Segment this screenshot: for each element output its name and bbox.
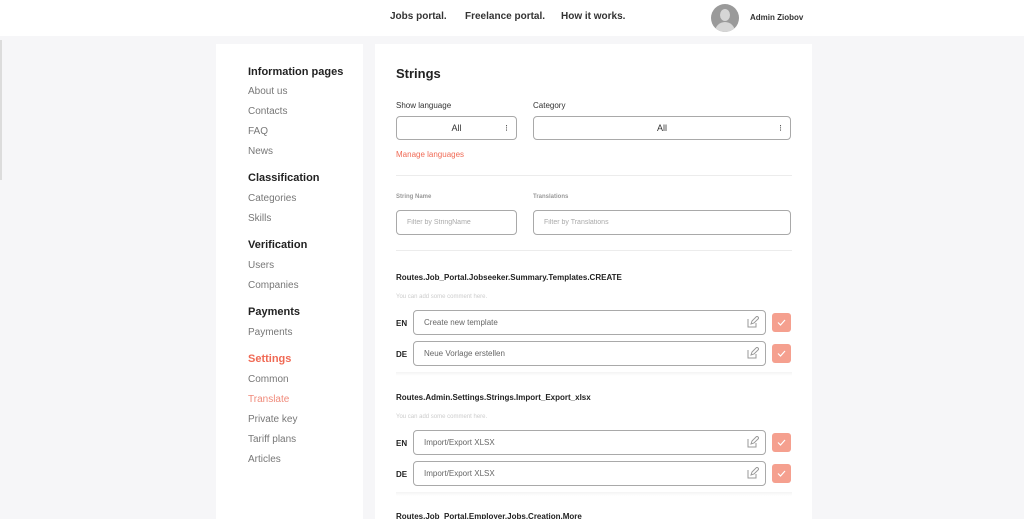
string-comment[interactable]: You can add some comment here. [396,414,487,420]
translation-input[interactable]: Import/Export XLSX [413,430,766,455]
top-navigation-bar: Jobs portal. Freelance portal. How it wo… [0,0,1024,36]
check-icon [777,439,786,446]
confirm-translation-button[interactable] [772,464,791,483]
sidebar-item-companies[interactable]: Companies [248,280,299,291]
sidebar-heading-settings: Settings [248,353,292,365]
sidebar-item-common[interactable]: Common [248,374,289,385]
window-edge [0,40,2,180]
edit-icon[interactable] [747,316,759,328]
language-code: DE [396,350,408,359]
sidebar-item-payments[interactable]: Payments [248,327,292,338]
string-comment[interactable]: You can add some comment here. [396,294,487,300]
sidebar-heading-information-pages: Information pages [248,66,344,78]
sidebar-item-contacts[interactable]: Contacts [248,106,287,117]
user-name[interactable]: Admin Ziobov [750,13,803,22]
sidebar: Information pages About us Contacts FAQ … [216,44,363,519]
sidebar-item-about-us[interactable]: About us [248,86,287,97]
user-avatar-icon[interactable] [711,4,739,32]
language-code: DE [396,470,408,479]
strings-panel: Strings Show language All ⁝ Category All… [375,44,812,519]
sidebar-item-news[interactable]: News [248,146,273,157]
divider [396,175,792,176]
divider [396,492,792,496]
nav-how-it-works[interactable]: How it works. [561,11,625,22]
sidebar-item-users[interactable]: Users [248,260,274,271]
show-language-select[interactable]: All ⁝ [396,116,517,140]
sidebar-item-categories[interactable]: Categories [248,193,296,204]
translation-value: Neue Vorlage erstellen [424,349,505,358]
translation-input[interactable]: Create new template [413,310,766,335]
show-language-value: All [451,123,462,133]
sidebar-heading-verification: Verification [248,239,308,251]
select-arrows-icon: ⁝ [505,123,508,133]
string-key: Routes.Job_Portal.Employer.Jobs.Creation… [396,512,582,519]
string-name-filter-input[interactable] [396,210,517,235]
sidebar-item-translate[interactable]: Translate [248,394,289,405]
check-icon [777,470,786,477]
translation-value: Create new template [424,318,498,327]
show-language-label: Show language [396,101,452,110]
sidebar-heading-payments: Payments [248,306,300,318]
edit-icon[interactable] [747,436,759,448]
language-code: EN [396,439,408,448]
confirm-translation-button[interactable] [772,344,791,363]
sidebar-item-skills[interactable]: Skills [248,213,271,224]
sidebar-heading-classification: Classification [248,172,320,184]
string-name-label: String Name [396,194,432,200]
string-key: Routes.Admin.Settings.Strings.Import_Exp… [396,393,591,402]
translation-value: Import/Export XLSX [424,438,495,447]
translation-input[interactable]: Neue Vorlage erstellen [413,341,766,366]
translation-input[interactable]: Import/Export XLSX [413,461,766,486]
select-arrows-icon: ⁝ [779,123,782,133]
nav-freelance-portal[interactable]: Freelance portal. [465,11,545,22]
nav-jobs-portal[interactable]: Jobs portal. [390,11,447,22]
category-label: Category [533,101,566,110]
category-select[interactable]: All ⁝ [533,116,791,140]
category-value: All [656,123,667,133]
confirm-translation-button[interactable] [772,433,791,452]
sidebar-item-faq[interactable]: FAQ [248,126,268,137]
language-code: EN [396,319,408,328]
check-icon [777,319,786,326]
manage-languages-link[interactable]: Manage languages [396,150,464,159]
page-title: Strings [396,66,441,81]
translations-label: Translations [533,194,569,200]
translation-value: Import/Export XLSX [424,469,495,478]
edit-icon[interactable] [747,347,759,359]
translations-filter-input[interactable] [533,210,791,235]
divider [396,372,792,376]
divider [396,250,792,251]
string-key: Routes.Job_Portal.Jobseeker.Summary.Temp… [396,273,622,282]
sidebar-item-tariff-plans[interactable]: Tariff plans [248,434,296,445]
confirm-translation-button[interactable] [772,313,791,332]
edit-icon[interactable] [747,467,759,479]
sidebar-item-private-key[interactable]: Private key [248,414,297,425]
sidebar-item-articles[interactable]: Articles [248,454,281,465]
check-icon [777,350,786,357]
